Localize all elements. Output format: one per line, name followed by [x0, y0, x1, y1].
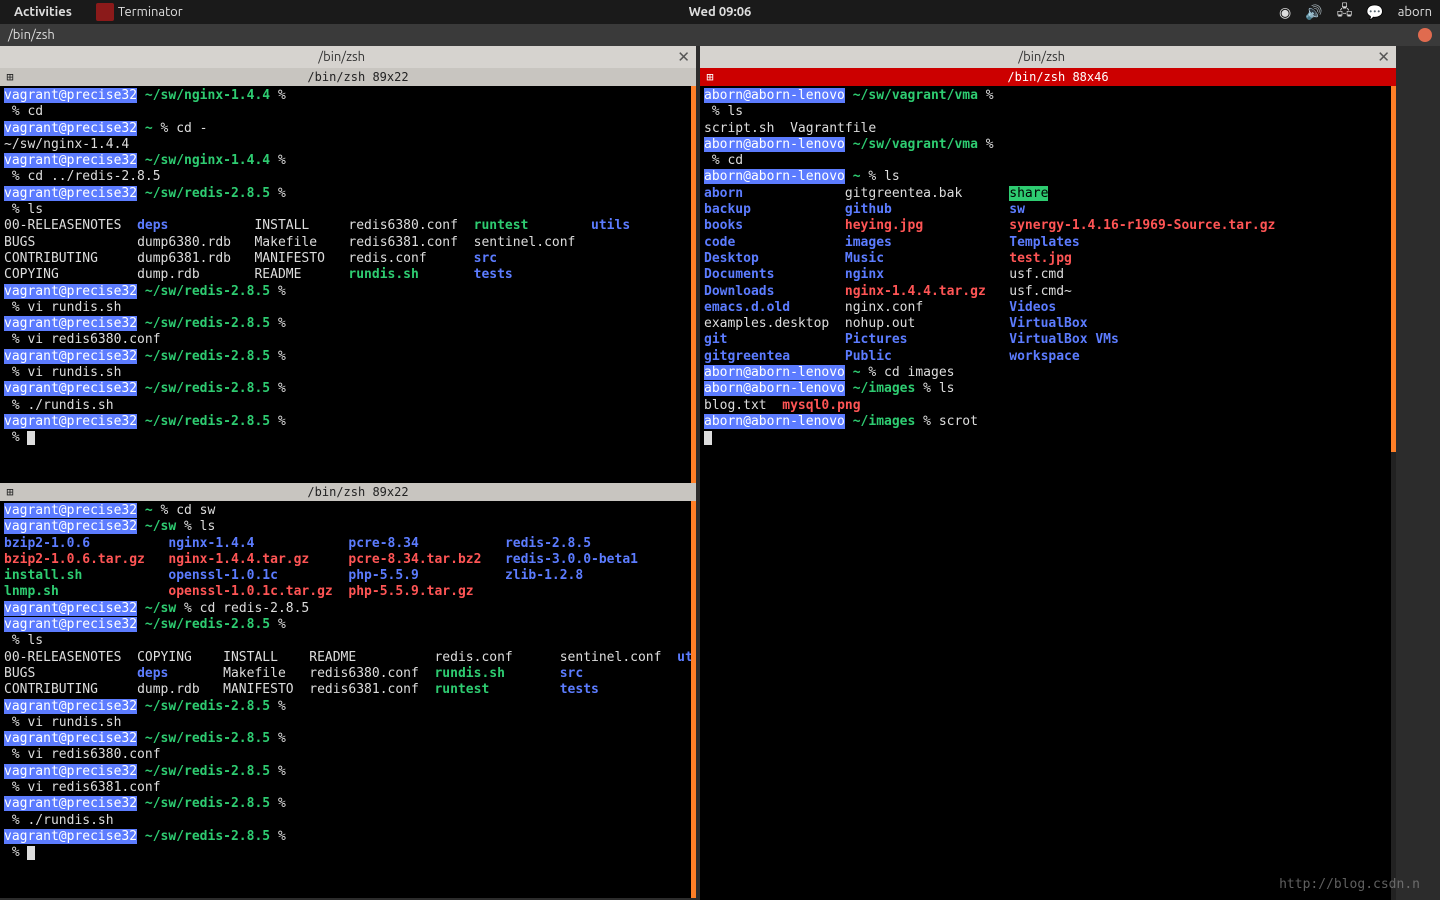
- scrollbar[interactable]: [691, 501, 696, 898]
- tab-left[interactable]: /bin/zsh ✕: [0, 46, 696, 68]
- window-title: /bin/zsh: [8, 28, 1418, 42]
- split-icon[interactable]: ⊞: [0, 485, 20, 499]
- terminal-left-bottom[interactable]: vagrant@precise32 ~ % cd swvagrant@preci…: [0, 501, 696, 898]
- terminator-icon: [96, 3, 114, 21]
- user-menu[interactable]: aborn: [1398, 5, 1432, 19]
- terminal-right[interactable]: aborn@aborn-lenovo ~/sw/vagrant/vma % % …: [700, 86, 1396, 900]
- pane-header-left-bottom[interactable]: ⊞ /bin/zsh 89x22: [0, 483, 696, 501]
- app-name: Terminator: [118, 5, 183, 19]
- tab-close-icon[interactable]: ✕: [1377, 48, 1390, 66]
- tab-right[interactable]: /bin/zsh ✕: [700, 46, 1396, 68]
- split-icon[interactable]: ⊞: [700, 70, 720, 84]
- app-menu[interactable]: Terminator: [90, 1, 189, 23]
- pane-header-label: /bin/zsh 89x22: [20, 70, 696, 84]
- close-icon[interactable]: [1418, 28, 1432, 42]
- scrollbar[interactable]: [1391, 86, 1396, 900]
- pane-header-label: /bin/zsh 89x22: [20, 485, 696, 499]
- window-titlebar[interactable]: /bin/zsh: [0, 24, 1440, 46]
- gnome-topbar: Activities Terminator Wed 09:06 ◉ 🔊 🖧 💬 …: [0, 0, 1440, 24]
- volume-icon[interactable]: 🔊: [1305, 4, 1322, 21]
- watermark: http://blog.csdn.n: [1279, 877, 1420, 892]
- tab-left-label: /bin/zsh: [6, 50, 677, 64]
- split-icon[interactable]: ⊞: [0, 70, 20, 84]
- accessibility-icon[interactable]: ◉: [1279, 4, 1291, 21]
- chat-icon[interactable]: 💬: [1366, 4, 1383, 21]
- clock[interactable]: Wed 09:06: [689, 5, 752, 19]
- terminal-left-top[interactable]: vagrant@precise32 ~/sw/nginx-1.4.4 % % c…: [0, 86, 696, 483]
- activities-button[interactable]: Activities: [8, 3, 78, 21]
- scrollbar[interactable]: [691, 86, 696, 483]
- pane-header-label: /bin/zsh 88x46: [720, 70, 1396, 84]
- pane-header-left-top[interactable]: ⊞ /bin/zsh 89x22: [0, 68, 696, 86]
- pane-header-right[interactable]: ⊞ /bin/zsh 88x46: [700, 68, 1396, 86]
- tab-close-icon[interactable]: ✕: [677, 48, 690, 66]
- network-icon[interactable]: 🖧: [1337, 0, 1353, 24]
- tab-right-label: /bin/zsh: [706, 50, 1377, 64]
